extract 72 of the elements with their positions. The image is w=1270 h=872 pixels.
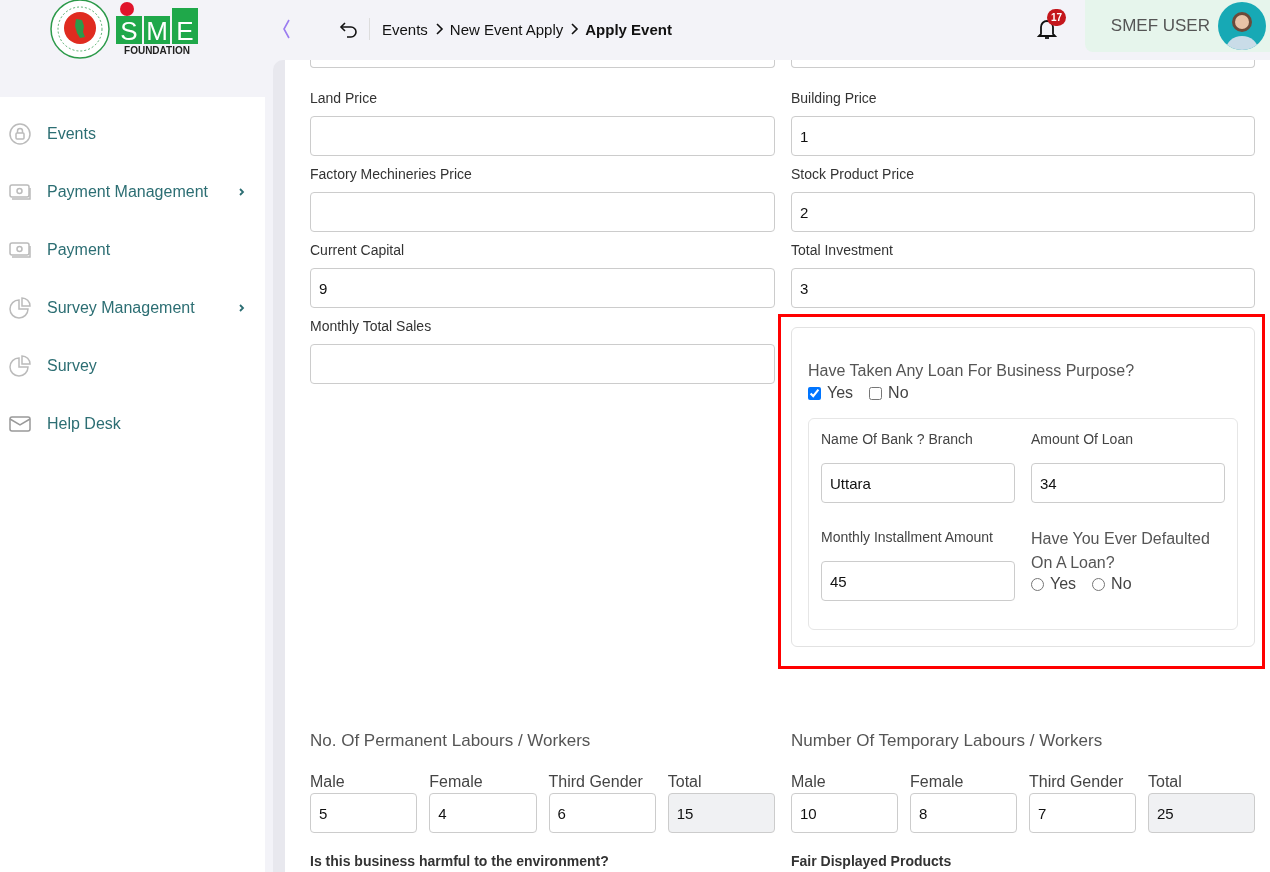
input-field[interactable] — [791, 60, 1255, 68]
field-label: Fair Displayed Products — [791, 853, 953, 869]
field-label: Monthly Installment Amount — [821, 528, 994, 547]
notification-count: 17 — [1047, 9, 1067, 26]
input-field[interactable]: 7 — [1029, 793, 1136, 833]
sme-foundation-logo: S M E FOUNDATION — [116, 2, 198, 56]
field-label: Female — [910, 773, 965, 791]
field-label: Building Price — [791, 89, 878, 108]
input-field[interactable]: 5 — [310, 793, 418, 833]
chevron-icon — [569, 23, 580, 35]
field-label: Monthly Total Sales — [310, 317, 433, 336]
input-field[interactable]: 10 — [791, 793, 898, 833]
sidebar-item[interactable]: Events — [0, 105, 265, 163]
option-label: No — [1111, 575, 1132, 593]
input-field[interactable]: 6 — [548, 793, 656, 833]
checkbox[interactable] — [808, 386, 821, 400]
sidebar-item[interactable]: Payment — [0, 221, 265, 279]
sidebar-item[interactable]: Payment Management — [0, 163, 265, 221]
sidebar-item[interactable]: Survey Management — [0, 279, 265, 337]
input-field[interactable]: 4 — [429, 793, 537, 833]
radio-button[interactable] — [1031, 577, 1044, 591]
input-field[interactable]: 15 — [667, 793, 775, 833]
field-label: Land Price — [310, 89, 378, 108]
field-label: Current Capital — [310, 241, 406, 260]
field-label: Factory Mechineries Price — [310, 165, 473, 184]
field-label: Amount Of Loan — [1031, 430, 1134, 449]
field-label: Male — [791, 773, 827, 791]
input-field[interactable]: 8 — [910, 793, 1017, 833]
input-field[interactable] — [310, 344, 775, 384]
lock-icon — [8, 122, 32, 146]
field-label: Total Investment — [791, 241, 894, 260]
sidebar-item[interactable]: Survey — [0, 337, 265, 395]
input-field[interactable]: 3 — [791, 268, 1255, 308]
breadcrumb-link[interactable]: Events — [382, 20, 428, 38]
checkbox[interactable] — [869, 386, 883, 400]
input-field[interactable] — [310, 116, 775, 156]
collapse-icon[interactable] — [281, 19, 291, 39]
input-field[interactable] — [310, 60, 775, 68]
sidebar-item[interactable]: Help Desk — [0, 395, 265, 453]
field-label: Female — [429, 773, 484, 791]
field-label: Name Of Bank ? Branch — [821, 430, 974, 449]
input-field[interactable]: 1 — [791, 116, 1255, 156]
chevron-icon — [433, 23, 444, 35]
field-label: Total — [667, 773, 703, 791]
option-label: Yes — [827, 384, 854, 402]
option-label: Yes — [1050, 575, 1077, 593]
question-text: Have You Ever Defaulted On A Loan? — [1031, 529, 1211, 573]
pie-chart-icon — [8, 296, 32, 320]
field-label: Third Gender — [548, 773, 644, 791]
field-label: Male — [310, 773, 346, 791]
breadcrumb-link[interactable]: Apply Event — [585, 20, 672, 38]
input-field[interactable]: 45 — [821, 561, 1015, 601]
emblem-logo — [50, 0, 110, 59]
section-title: Number Of Temporary Labours / Workers — [791, 731, 1104, 751]
input-field[interactable] — [310, 192, 775, 232]
question-text: Have Taken Any Loan For Business Purpose? — [808, 362, 1136, 380]
breadcrumb-link[interactable]: New Event Apply — [449, 20, 564, 38]
radio-button[interactable] — [1092, 577, 1106, 591]
field-label: Stock Product Price — [791, 165, 915, 184]
option-label: No — [888, 384, 909, 402]
input-field[interactable]: Uttara — [821, 463, 1015, 503]
field-label: Third Gender — [1029, 773, 1125, 791]
input-field[interactable]: 34 — [1031, 463, 1225, 503]
pie-chart-icon — [8, 354, 32, 378]
input-field[interactable]: 9 — [310, 268, 775, 308]
avatar[interactable] — [1218, 2, 1266, 50]
section-title: No. Of Permanent Labours / Workers — [310, 731, 592, 751]
input-field[interactable]: 2 — [791, 192, 1255, 232]
field-label: Is this business harmful to the environment? — [310, 853, 610, 869]
back-icon[interactable] — [339, 19, 359, 39]
input-field[interactable]: 25 — [1148, 793, 1255, 833]
field-label: Total — [1148, 773, 1183, 791]
